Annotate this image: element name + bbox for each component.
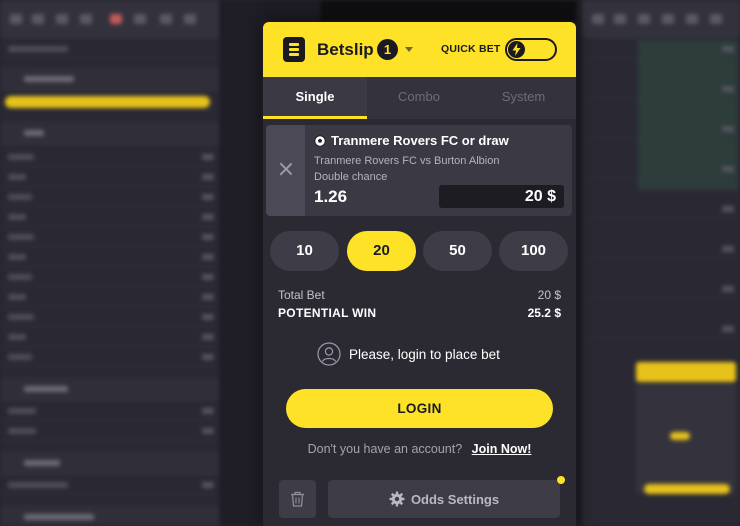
odds-settings-button[interactable]: Odds Settings — [328, 480, 560, 518]
potential-win-label: POTENTIAL WIN — [278, 306, 377, 320]
betslip-title: Betslip — [317, 40, 374, 59]
tab-single[interactable]: Single — [263, 77, 367, 119]
signup-question: Don't you have an account? — [307, 442, 463, 456]
background-dark-strip — [320, 0, 580, 22]
quick-stake-50[interactable]: 50 — [423, 231, 492, 271]
background-toolbar-right — [582, 0, 740, 38]
bet-type-tabs: Single Combo System — [263, 77, 576, 119]
gear-icon — [389, 491, 405, 507]
close-icon — [278, 161, 294, 177]
market-name: Double chance — [314, 171, 388, 183]
quick-bet-label: QUICK BET — [441, 43, 501, 55]
background-toolbar — [0, 0, 220, 38]
bet-summary: Total Bet 20 $ POTENTIAL WIN 25.2 $ — [278, 288, 561, 324]
potential-win-value: 25.2 $ — [527, 306, 561, 320]
tab-system[interactable]: System — [471, 77, 576, 119]
chevron-down-icon[interactable] — [405, 47, 413, 52]
odds-settings-label: Odds Settings — [410, 491, 500, 507]
background-strip — [262, 0, 320, 22]
betslip-panel: Betslip 1 QUICK BET Single Combo System … — [263, 22, 576, 526]
betslip-menu-icon[interactable] — [283, 37, 305, 62]
quick-stake-20[interactable]: 20 — [347, 231, 416, 271]
betslip-header: Betslip 1 QUICK BET — [263, 22, 576, 77]
join-now-link[interactable]: Join Now! — [472, 442, 532, 456]
login-prompt-text: Please, login to place bet — [349, 346, 500, 362]
football-icon — [314, 134, 326, 147]
signup-line: Don't you have an account? Join Now! — [263, 442, 576, 456]
clear-betslip-button[interactable] — [279, 480, 316, 518]
selection-odds: 1.26 — [314, 187, 348, 206]
betslip-count-badge: 1 — [377, 39, 398, 60]
lightning-icon — [508, 41, 525, 58]
tab-combo[interactable]: Combo — [367, 77, 471, 119]
login-prompt: Please, login to place bet — [317, 342, 500, 366]
user-icon — [317, 342, 341, 366]
quick-stake-10[interactable]: 10 — [270, 231, 339, 271]
remove-selection-button[interactable] — [266, 125, 305, 216]
background-right-panel — [582, 0, 740, 526]
selection-name: Tranmere Rovers FC or draw — [331, 133, 509, 148]
bet-selection-card: Tranmere Rovers FC or draw Tranmere Rove… — [266, 125, 572, 216]
match-name: Tranmere Rovers FC vs Burton Albion — [314, 155, 500, 167]
total-bet-label: Total Bet — [278, 288, 325, 302]
background-gap — [220, 0, 262, 526]
background-left-panel — [0, 0, 220, 526]
quick-stake-buttons: 10 20 50 100 — [270, 231, 568, 271]
notification-dot — [557, 476, 565, 484]
total-bet-value: 20 $ — [537, 288, 561, 302]
quick-stake-100[interactable]: 100 — [499, 231, 568, 271]
trash-icon — [291, 491, 304, 507]
stake-input[interactable]: 20 $ — [439, 185, 564, 208]
quick-bet-toggle[interactable] — [505, 38, 557, 61]
login-button[interactable]: LOGIN — [286, 389, 553, 428]
